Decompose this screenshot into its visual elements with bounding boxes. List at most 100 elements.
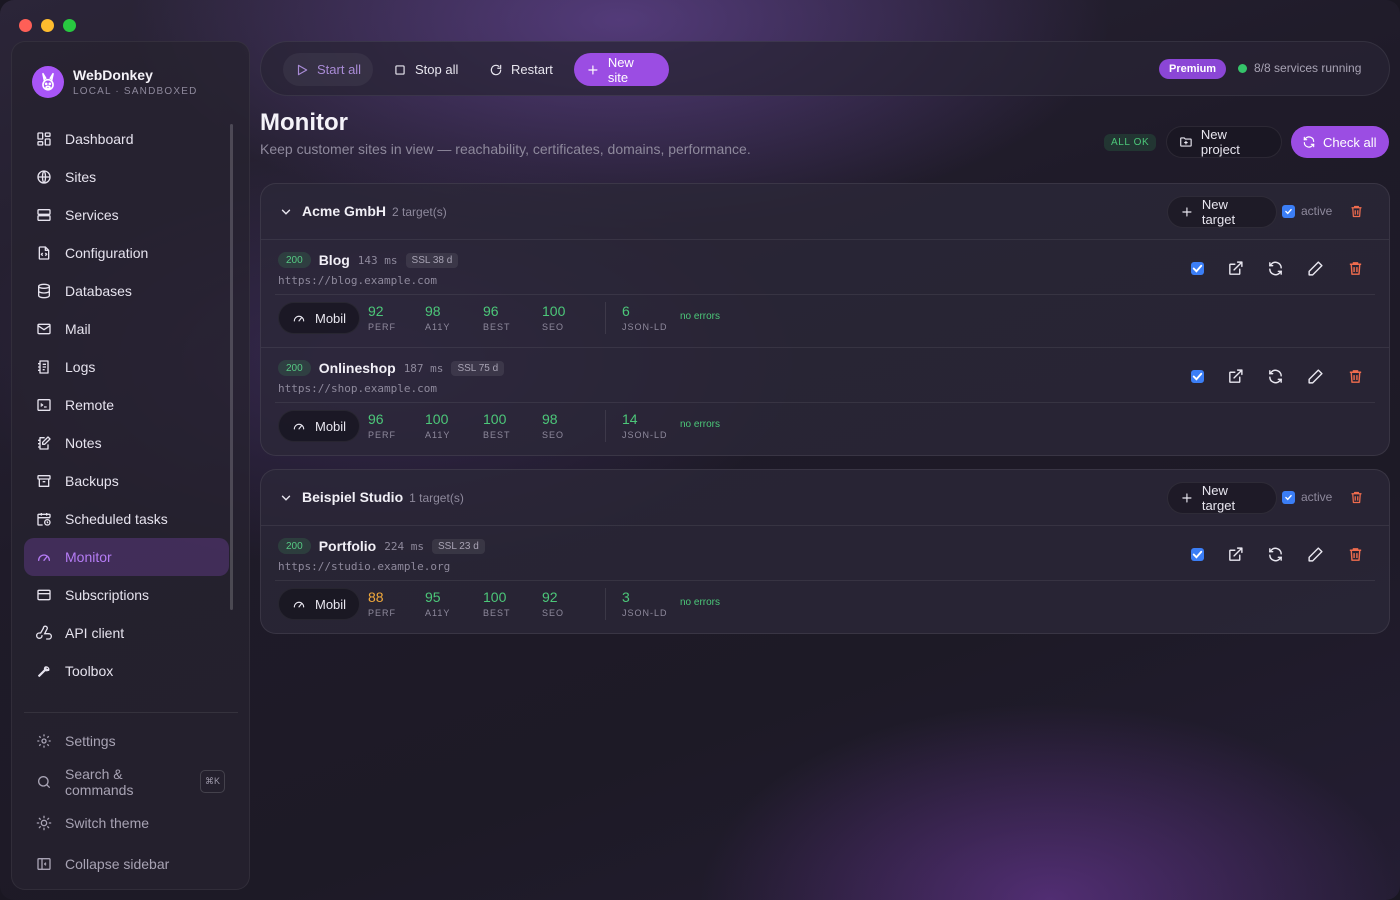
- edit-pencil-icon[interactable]: [1307, 546, 1324, 563]
- settings-button[interactable]: Settings: [24, 720, 229, 761]
- folder-plus-icon: [1180, 137, 1192, 147]
- metric-label: SEO: [542, 322, 565, 332]
- play-icon: [297, 64, 308, 75]
- minimize-window-button[interactable]: [41, 19, 54, 32]
- metric-best: 100 BEST: [483, 411, 511, 440]
- chevron-down-icon[interactable]: [279, 205, 293, 219]
- project-group: Acme GmbH 2 target(s) New target active 2…: [260, 183, 1390, 456]
- group-active-checkbox[interactable]: active: [1282, 204, 1332, 218]
- delete-group-icon[interactable]: [1349, 490, 1364, 505]
- switch-theme-button[interactable]: Switch theme: [24, 802, 229, 843]
- search-commands-button[interactable]: Search & commands ⌘K: [24, 761, 229, 802]
- check-icon: [1192, 372, 1203, 381]
- trash-icon[interactable]: [1347, 546, 1364, 563]
- new-site-button[interactable]: New site: [574, 53, 669, 86]
- new-target-button[interactable]: New target: [1167, 482, 1277, 514]
- device-mobile-button[interactable]: Mobil: [278, 588, 361, 620]
- wrench-icon: [38, 666, 50, 677]
- external-link-icon[interactable]: [1227, 368, 1244, 385]
- search-icon: [38, 775, 50, 788]
- sidebar-item-logs[interactable]: Logs: [24, 348, 229, 386]
- trash-icon[interactable]: [1347, 368, 1364, 385]
- sidebar-item-toolbox[interactable]: Toolbox: [24, 652, 229, 690]
- device-mobile-button[interactable]: Mobil: [278, 302, 361, 334]
- metric-value: 96: [368, 411, 384, 427]
- sidebar-item-label: Notes: [65, 435, 102, 451]
- group-active-checkbox[interactable]: active: [1282, 490, 1332, 504]
- new-target-label: New target: [1201, 197, 1236, 227]
- sidebar-item-databases[interactable]: Databases: [24, 272, 229, 310]
- check-all-label: Check all: [1323, 134, 1377, 150]
- stop-all-button[interactable]: Stop all: [381, 53, 470, 86]
- mail-icon: [37, 323, 51, 335]
- device-label: Mobil: [315, 418, 347, 434]
- delete-group-icon[interactable]: [1349, 204, 1364, 219]
- trash-icon[interactable]: [1347, 260, 1364, 277]
- sidebar-item-scheduled-tasks[interactable]: Scheduled tasks: [24, 500, 229, 538]
- group-name-text: Beispiel Studio: [302, 489, 404, 505]
- device-label: Mobil: [315, 310, 347, 326]
- checkbox-checked[interactable]: [1282, 490, 1295, 504]
- metric-value: 100: [425, 411, 449, 427]
- ssl-badge: SSL 23 d: [431, 538, 485, 554]
- settings-label: Settings: [65, 732, 116, 749]
- metric-perf: 88 PERF: [368, 589, 396, 618]
- metric-value: 98: [425, 303, 441, 319]
- new-project-button[interactable]: New project: [1166, 126, 1282, 158]
- sidebar-item-configuration[interactable]: Configuration: [24, 234, 229, 272]
- edit-pencil-icon[interactable]: [1307, 368, 1324, 385]
- refresh-icon[interactable]: [1267, 546, 1284, 563]
- collapse-sidebar-button[interactable]: Collapse sidebar: [24, 843, 229, 884]
- restart-button[interactable]: Restart: [477, 53, 565, 86]
- sidebar-item-services[interactable]: Services: [24, 196, 229, 234]
- new-target-label: New target: [1201, 483, 1236, 513]
- target-active-checkbox[interactable]: [1191, 262, 1204, 275]
- refresh-icon[interactable]: [1267, 368, 1284, 385]
- edit-pencil-icon[interactable]: [1307, 260, 1324, 277]
- sidebar-item-notes[interactable]: Notes: [24, 424, 229, 462]
- new-project-label: New project: [1200, 127, 1240, 157]
- metric-label: SEO: [542, 430, 565, 440]
- chevron-down-icon[interactable]: [279, 491, 293, 505]
- check-all-button[interactable]: Check all: [1291, 126, 1389, 158]
- gauge-icon: [293, 601, 305, 608]
- metric-perf: 92 PERF: [368, 303, 396, 332]
- external-link-icon[interactable]: [1227, 546, 1244, 563]
- sidebar: WebDonkey LOCAL · SANDBOXED Dashboard Si…: [11, 41, 250, 890]
- page-title: Monitor: [260, 109, 348, 136]
- sidebar-item-sites[interactable]: Sites: [24, 158, 229, 196]
- target-active-checkbox[interactable]: [1191, 548, 1204, 561]
- active-label: active: [1301, 490, 1333, 504]
- sidebar-item-dashboard[interactable]: Dashboard: [24, 120, 229, 158]
- sidebar-item-monitor[interactable]: Monitor: [24, 538, 229, 576]
- sidebar-item-remote[interactable]: Remote: [24, 386, 229, 424]
- external-link-icon[interactable]: [1227, 260, 1244, 277]
- metric-a11y: 98 A11Y: [425, 303, 450, 332]
- close-window-button[interactable]: [19, 19, 32, 32]
- checkbox-checked[interactable]: [1282, 204, 1295, 218]
- brand[interactable]: WebDonkey LOCAL · SANDBOXED: [32, 66, 198, 98]
- metric-value: 95: [425, 589, 441, 605]
- errors-status: no errors: [680, 311, 721, 322]
- plus-icon: [1182, 207, 1192, 217]
- target-actions: [1191, 368, 1364, 385]
- server-icon: [37, 209, 51, 221]
- sidebar-item-subscriptions[interactable]: Subscriptions: [24, 576, 229, 614]
- sidebar-nav: Dashboard Sites Services Configuration D…: [24, 120, 229, 690]
- sidebar-item-mail[interactable]: Mail: [24, 310, 229, 348]
- target-row: 200 Portfolio 224 ms SSL 23 d https://st…: [261, 526, 1389, 634]
- http-status-badge: 200: [278, 538, 311, 554]
- top-toolbar: Start all Stop all Restart New site Prem…: [260, 41, 1390, 96]
- target-active-checkbox[interactable]: [1191, 370, 1204, 383]
- sidebar-item-api-client[interactable]: API client: [24, 614, 229, 652]
- zoom-window-button[interactable]: [63, 19, 76, 32]
- start-all-button[interactable]: Start all: [283, 53, 374, 86]
- sidebar-footer: Settings Search & commands ⌘K Switch the…: [24, 720, 229, 884]
- device-mobile-button[interactable]: Mobil: [278, 410, 361, 442]
- metric-best: 100 BEST: [483, 589, 511, 618]
- new-target-button[interactable]: New target: [1167, 196, 1277, 228]
- refresh-icon[interactable]: [1267, 260, 1284, 277]
- sidebar-scrollbar[interactable]: [230, 124, 233, 610]
- sidebar-item-backups[interactable]: Backups: [24, 462, 229, 500]
- search-commands-label: Search & commands: [65, 765, 134, 798]
